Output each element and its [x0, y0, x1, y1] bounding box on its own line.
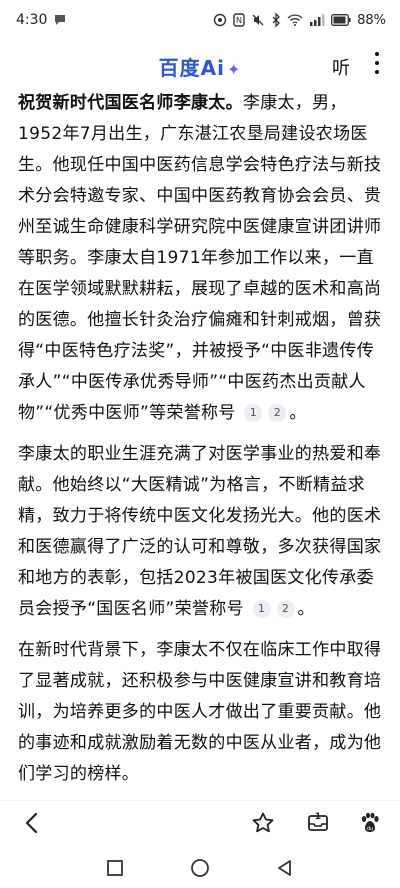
status-left: 4:30 [16, 12, 67, 28]
article-content: 祝贺新时代国医名师李康太。李康太，男，1952年7月出生，广东湛江农垦局建设农场… [18, 88, 384, 800]
paragraph-3-text: 在新时代背景下，李康太不仅在临床工作中取得了显著成就，还积极参与中医健康宣讲和教… [18, 640, 382, 784]
back-nav-icon[interactable] [273, 856, 297, 880]
baidu-ai-logo: 百度Ai ✦ [159, 52, 242, 81]
favorite-star-icon[interactable] [249, 809, 277, 837]
status-right: N 88% [213, 13, 386, 28]
more-options-icon[interactable] [372, 52, 382, 78]
sparkle-icon: ✦ [226, 60, 242, 79]
nfc-icon: N [233, 13, 245, 27]
baidu-paw-icon[interactable]: du [356, 809, 384, 837]
mute-icon [251, 13, 265, 27]
paragraph-2-end: 。 [297, 599, 315, 619]
status-bar: 4:30 N 88% [0, 0, 400, 40]
citation-badge[interactable]: 2 [268, 404, 287, 422]
wifi-icon [287, 14, 303, 26]
paragraph-1-end: 。 [289, 403, 307, 423]
paragraph-1-text: 李康太，男，1952年7月出生，广东湛江农垦局建设农场医生。他现任中国中医药信息… [18, 93, 382, 423]
logo-text: 百度Ai [158, 56, 225, 80]
tabs-button[interactable]: 1 [304, 809, 332, 837]
hotspot-icon [213, 13, 227, 27]
system-nav-bar [0, 848, 400, 888]
bluetooth-icon [271, 13, 281, 27]
svg-text:du: du [367, 826, 373, 832]
tabs-count: 1 [314, 812, 322, 822]
back-icon[interactable] [18, 809, 46, 837]
listen-button[interactable]: 听 [332, 54, 350, 80]
citation-badge[interactable]: 1 [244, 404, 263, 422]
article-lead: 祝贺新时代国医名师李康太。 [18, 93, 243, 113]
paragraph-2: 李康太的职业生涯充满了对医学事业的热爱和奉献。他始终以“大医精诚”为格言，不断精… [18, 439, 384, 625]
battery-icon [331, 14, 351, 26]
recent-apps-icon[interactable] [103, 856, 127, 880]
bottom-toolbar: 1 du [0, 800, 400, 845]
message-icon [53, 13, 67, 27]
status-time: 4:30 [16, 12, 48, 28]
paragraph-3: 在新时代背景下，李康太不仅在临床工作中取得了显著成就，还积极参与中医健康宣讲和教… [18, 635, 384, 790]
home-icon[interactable] [188, 856, 212, 880]
signal-icon [309, 14, 325, 26]
battery-percent: 88% [357, 12, 386, 28]
paragraph-1: 祝贺新时代国医名师李康太。李康太，男，1952年7月出生，广东湛江农垦局建设农场… [18, 88, 384, 429]
paragraph-2-text: 李康太的职业生涯充满了对医学事业的热爱和奉献。他始终以“大医精诚”为格言，不断精… [18, 444, 382, 619]
citation-badge[interactable]: 1 [252, 600, 271, 618]
citation-badge[interactable]: 2 [276, 600, 295, 618]
svg-text:N: N [236, 16, 242, 25]
